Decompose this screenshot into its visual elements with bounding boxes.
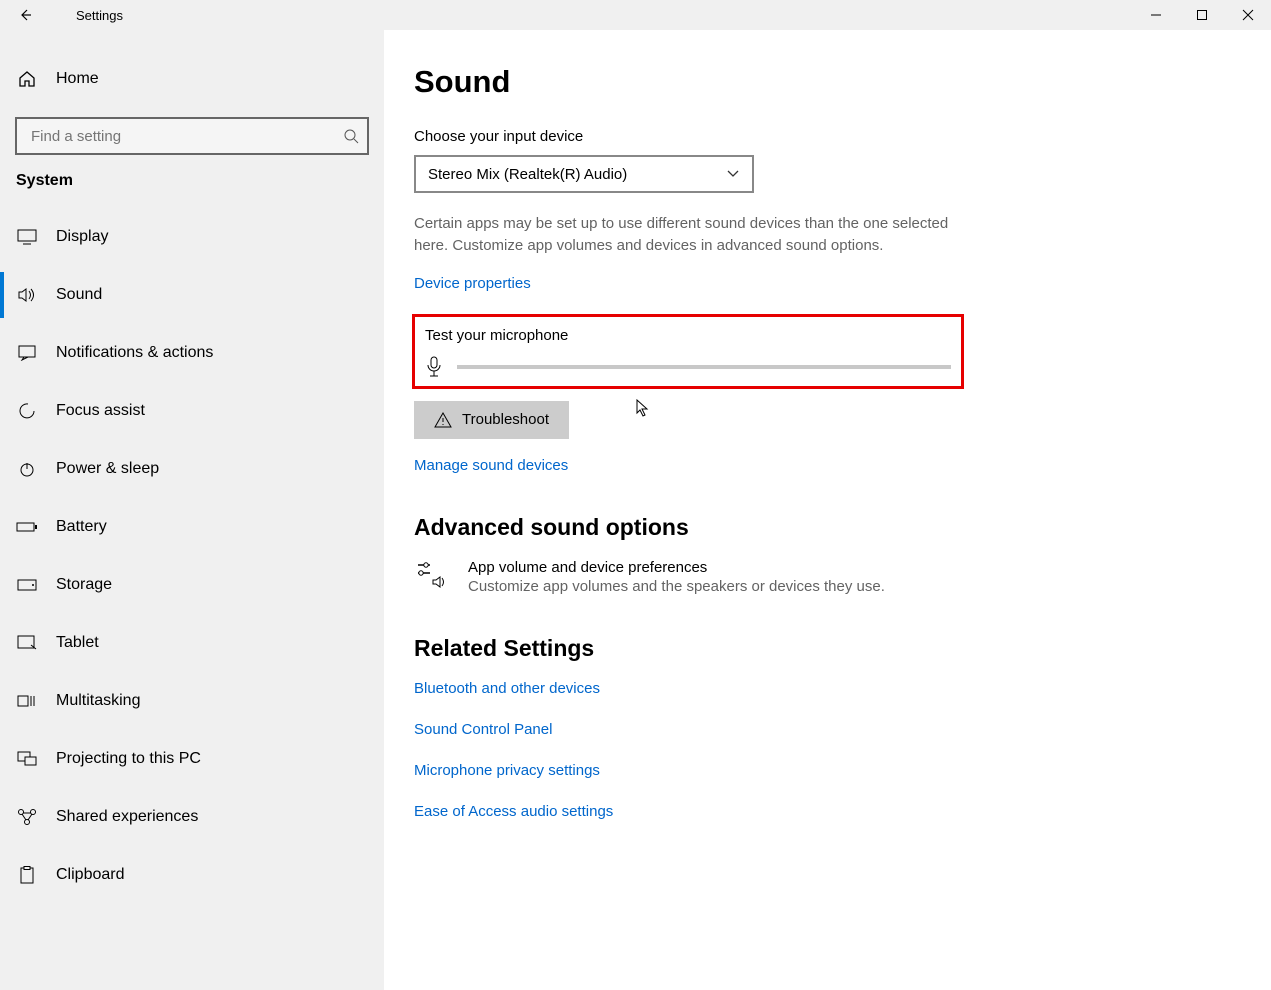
- back-arrow-icon: [17, 7, 33, 23]
- related-heading: Related Settings: [414, 635, 1231, 662]
- test-microphone-highlight: Test your microphone: [412, 314, 964, 389]
- battery-icon: [16, 520, 38, 534]
- pref-title: App volume and device preferences: [468, 559, 885, 576]
- close-button[interactable]: [1225, 0, 1271, 30]
- sidebar-item-notifications[interactable]: Notifications & actions: [0, 324, 384, 382]
- storage-icon: [16, 578, 38, 592]
- sidebar-item-label: Storage: [56, 576, 112, 594]
- sidebar-item-label: Focus assist: [56, 402, 145, 420]
- sidebar-item-sound[interactable]: Sound: [0, 266, 384, 324]
- tablet-icon: [16, 635, 38, 651]
- maximize-icon: [1196, 9, 1208, 21]
- multitasking-icon: [16, 693, 38, 709]
- chevron-down-icon: [726, 169, 740, 179]
- shared-icon: [16, 808, 38, 826]
- warning-icon: [434, 412, 452, 428]
- sidebar-item-display[interactable]: Display: [0, 208, 384, 266]
- sidebar-item-label: Tablet: [56, 634, 99, 652]
- titlebar: Settings: [0, 0, 1271, 30]
- dropdown-selected: Stereo Mix (Realtek(R) Audio): [428, 166, 627, 183]
- power-icon: [16, 460, 38, 478]
- sidebar-item-label: Display: [56, 228, 108, 246]
- test-microphone-label: Test your microphone: [425, 327, 951, 344]
- sidebar-item-multitasking[interactable]: Multitasking: [0, 672, 384, 730]
- search-input[interactable]: [31, 128, 343, 145]
- app-volume-icon: [414, 559, 448, 589]
- sidebar-item-focus[interactable]: Focus assist: [0, 382, 384, 440]
- search-box[interactable]: [16, 118, 368, 154]
- pref-subtitle: Customize app volumes and the speakers o…: [468, 578, 885, 595]
- troubleshoot-label: Troubleshoot: [462, 411, 549, 428]
- app-volume-pref[interactable]: App volume and device preferences Custom…: [414, 559, 1231, 595]
- home-label: Home: [56, 70, 99, 88]
- sound-icon: [16, 287, 38, 303]
- display-icon: [16, 229, 38, 245]
- related-link-mic-privacy[interactable]: Microphone privacy settings: [414, 762, 1231, 779]
- troubleshoot-button[interactable]: Troubleshoot: [414, 401, 569, 439]
- sidebar-item-label: Projecting to this PC: [56, 750, 201, 768]
- sidebar-item-tablet[interactable]: Tablet: [0, 614, 384, 672]
- minimize-icon: [1150, 9, 1162, 21]
- sidebar-item-shared[interactable]: Shared experiences: [0, 788, 384, 846]
- sidebar-item-power[interactable]: Power & sleep: [0, 440, 384, 498]
- sidebar-item-label: Multitasking: [56, 692, 140, 710]
- sidebar-item-clipboard[interactable]: Clipboard: [0, 846, 384, 904]
- category-heading: System: [0, 172, 384, 208]
- search-icon: [343, 128, 359, 144]
- related-link-ease-access[interactable]: Ease of Access audio settings: [414, 803, 1231, 820]
- sidebar-item-battery[interactable]: Battery: [0, 498, 384, 556]
- related-link-bluetooth[interactable]: Bluetooth and other devices: [414, 680, 1231, 697]
- sidebar-item-label: Clipboard: [56, 866, 124, 884]
- input-device-dropdown[interactable]: Stereo Mix (Realtek(R) Audio): [414, 155, 754, 193]
- minimize-button[interactable]: [1133, 0, 1179, 30]
- notifications-icon: [16, 345, 38, 361]
- sidebar-item-label: Sound: [56, 286, 102, 304]
- input-device-label: Choose your input device: [414, 128, 1231, 145]
- sidebar-item-label: Notifications & actions: [56, 344, 213, 362]
- sidebar-item-projecting[interactable]: Projecting to this PC: [0, 730, 384, 788]
- close-icon: [1242, 9, 1254, 21]
- content-area: Sound Choose your input device Stereo Mi…: [384, 30, 1271, 990]
- home-nav[interactable]: Home: [0, 50, 384, 108]
- window-title: Settings: [50, 8, 123, 23]
- sidebar: Home System Display Sound Notifications …: [0, 30, 384, 990]
- manage-sound-devices-link[interactable]: Manage sound devices: [414, 457, 568, 474]
- page-title: Sound: [414, 64, 1231, 100]
- projecting-icon: [16, 751, 38, 767]
- sidebar-item-label: Shared experiences: [56, 808, 198, 826]
- input-device-description: Certain apps may be set up to use differ…: [414, 213, 974, 257]
- mic-level-row: [425, 356, 951, 378]
- microphone-icon: [425, 356, 443, 378]
- related-link-control-panel[interactable]: Sound Control Panel: [414, 721, 1231, 738]
- sidebar-item-storage[interactable]: Storage: [0, 556, 384, 614]
- sidebar-item-label: Power & sleep: [56, 460, 159, 478]
- advanced-heading: Advanced sound options: [414, 514, 1231, 541]
- focus-icon: [16, 402, 38, 420]
- clipboard-icon: [16, 866, 38, 884]
- back-button[interactable]: [0, 7, 50, 23]
- maximize-button[interactable]: [1179, 0, 1225, 30]
- mic-level-bar: [457, 365, 951, 369]
- sidebar-item-label: Battery: [56, 518, 107, 536]
- device-properties-link[interactable]: Device properties: [414, 275, 531, 292]
- related-links: Bluetooth and other devices Sound Contro…: [414, 680, 1231, 820]
- home-icon: [16, 70, 38, 88]
